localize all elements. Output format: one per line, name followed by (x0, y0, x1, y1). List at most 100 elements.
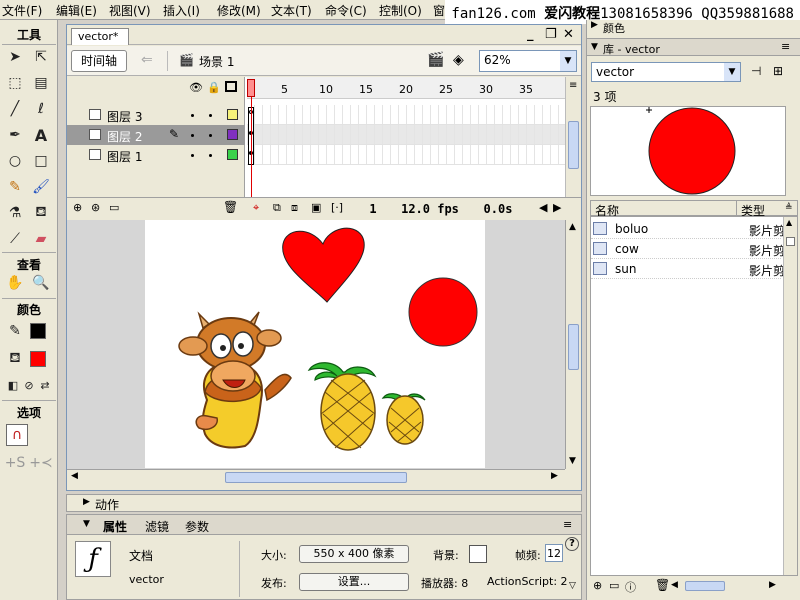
oval-tool-icon[interactable]: ○ (4, 150, 26, 172)
add-guide-icon[interactable]: ⊛ (91, 201, 100, 214)
scroll-left-icon[interactable]: ◀ (671, 580, 678, 590)
visibility-dot[interactable] (191, 134, 194, 137)
stage-canvas[interactable] (145, 220, 485, 468)
fps-input[interactable]: 12 (545, 544, 563, 562)
smooth-icon[interactable]: +S (4, 452, 26, 474)
lock-dot[interactable] (209, 114, 212, 117)
paint-bucket-tool-icon[interactable]: ⛾ (30, 202, 52, 224)
menu-commands[interactable]: 命令(C) (325, 2, 367, 19)
straighten-icon[interactable]: +≺ (29, 452, 52, 474)
frame-row[interactable] (247, 145, 565, 165)
scroll-thumb[interactable] (568, 324, 579, 370)
timeline-menu-icon[interactable]: ≡ (569, 80, 577, 91)
panel-menu-icon[interactable]: ≡ (781, 40, 790, 53)
new-symbol-icon[interactable]: ⊕ (593, 579, 602, 592)
library-item[interactable]: boluo 影片剪 (591, 219, 785, 239)
layer-row[interactable]: 图层 1 (67, 145, 245, 165)
selection-tool-icon[interactable]: ➤ (4, 46, 26, 68)
snap-magnet-icon[interactable]: ∩ (6, 424, 28, 446)
scroll-up-icon[interactable]: ▲ (786, 218, 792, 227)
line-tool-icon[interactable]: ╱ (4, 98, 26, 120)
free-transform-tool-icon[interactable]: ⬚ (4, 72, 26, 94)
tab-properties[interactable]: 属性 (103, 518, 127, 535)
scroll-thumb[interactable] (568, 121, 579, 169)
pen-tool-icon[interactable]: ✒ (4, 124, 26, 146)
collapse-arrow-icon[interactable]: ▼ (591, 42, 598, 52)
library-item[interactable]: cow 影片剪 (591, 239, 785, 259)
tab-filters[interactable]: 滤镜 (145, 518, 169, 535)
stage-vertical-scrollbar[interactable]: ▲ ▼ (565, 220, 581, 469)
center-frame-icon[interactable]: ⌖ (253, 201, 259, 215)
outline-icon[interactable] (225, 81, 237, 92)
expand-arrow-icon[interactable]: ▶ (83, 497, 90, 507)
actions-panel-header[interactable]: ▶ 动作 (66, 494, 582, 512)
library-panel-header[interactable]: ▼ 库 - vector ≡ (587, 38, 800, 56)
panel-menu-icon[interactable]: ≡ (563, 518, 572, 531)
menu-insert[interactable]: 插入(I) (163, 2, 200, 19)
restore-icon[interactable]: ❐ (545, 27, 557, 42)
document-tab[interactable]: vector* (71, 28, 129, 45)
background-color-swatch[interactable] (469, 545, 487, 563)
lock-dot[interactable] (209, 154, 212, 157)
rectangle-tool-icon[interactable]: □ (30, 150, 52, 172)
text-tool-icon[interactable]: A (30, 124, 52, 146)
edit-multiple-icon[interactable]: ▣ (311, 201, 321, 214)
frame-row[interactable] (247, 125, 565, 145)
trash-icon[interactable]: 🗑 (223, 200, 238, 214)
properties-icon[interactable]: ⓘ (625, 579, 636, 595)
visibility-dot[interactable] (191, 154, 194, 157)
scroll-thumb[interactable] (786, 237, 795, 246)
layer-row[interactable]: 图层 3 (67, 105, 245, 125)
onion-markers-icon[interactable]: [·] (331, 201, 343, 214)
layer-color-swatch[interactable] (227, 109, 238, 120)
fill-color-swatch[interactable] (30, 351, 46, 367)
layer-color-swatch[interactable] (227, 149, 238, 160)
menu-control[interactable]: 控制(O) (379, 2, 422, 19)
back-arrow-icon[interactable]: ⇐ (141, 52, 153, 68)
collapse-arrow-icon[interactable]: ▼ (83, 519, 90, 529)
help-icon[interactable]: ? (565, 537, 579, 551)
tab-parameters[interactable]: 参数 (185, 518, 209, 535)
new-folder-icon[interactable]: ▭ (609, 579, 619, 592)
lock-icon[interactable]: 🔒 (207, 81, 221, 94)
frame-grid[interactable]: 1 5 10 15 20 25 30 35 (247, 77, 565, 201)
pin-library-icon[interactable]: ⊣ (751, 64, 761, 78)
sort-icon[interactable]: ≜ (785, 203, 793, 213)
zoom-select[interactable]: 62% ▼ (479, 50, 577, 72)
onion-outline-icon[interactable]: ⧈ (291, 201, 298, 215)
chevron-down-icon[interactable]: ▽ (569, 581, 576, 591)
scroll-right-icon[interactable]: ▶ (551, 471, 558, 481)
eye-icon[interactable]: 👁 (189, 81, 203, 94)
swap-colors-icon[interactable]: ⇄ (34, 374, 56, 396)
visibility-dot[interactable] (191, 114, 194, 117)
menu-window[interactable]: 窗 (433, 2, 445, 19)
layer-color-swatch[interactable] (227, 129, 238, 140)
minimize-icon[interactable]: _ (527, 27, 534, 42)
library-document-select[interactable]: vector ▼ (591, 62, 741, 82)
scroll-left-icon[interactable]: ◀ (71, 471, 78, 481)
ink-bottle-tool-icon[interactable]: ⚗ (4, 202, 26, 224)
scroll-right-icon[interactable]: ▶ (553, 201, 561, 214)
scroll-thumb[interactable] (685, 581, 725, 591)
frame-row[interactable] (247, 105, 565, 125)
scroll-left-icon[interactable]: ◀ (539, 201, 547, 214)
menu-text[interactable]: 文本(T) (271, 2, 312, 19)
settings-button[interactable]: 设置... (299, 573, 409, 591)
onion-skin-icon[interactable]: ⧉ (273, 201, 281, 215)
eyedropper-tool-icon[interactable]: ⟋ (4, 228, 26, 250)
menu-edit[interactable]: 编辑(E) (56, 2, 97, 19)
subselection-tool-icon[interactable]: ⇱ (30, 46, 52, 68)
color-panel-header[interactable]: ▶ 颜色 (587, 20, 800, 34)
trash-icon[interactable]: 🗑 (655, 578, 670, 592)
library-scrollbar[interactable]: ▲ (783, 217, 797, 575)
stage-horizontal-scrollbar[interactable]: ◀ ▶ (67, 469, 565, 485)
library-item[interactable]: sun 影片剪 (591, 259, 785, 279)
hand-tool-icon[interactable]: ✋ (4, 272, 26, 294)
menu-view[interactable]: 视图(V) (109, 2, 151, 19)
add-folder-icon[interactable]: ▭ (109, 201, 119, 214)
layer-row-selected[interactable]: 图层 2 ✎ (67, 125, 245, 145)
new-library-panel-icon[interactable]: ⊞ (773, 64, 783, 78)
size-button[interactable]: 550 x 400 像素 (299, 545, 409, 563)
scroll-down-icon[interactable]: ▼ (569, 456, 576, 466)
gradient-transform-tool-icon[interactable]: ▤ (30, 72, 52, 94)
